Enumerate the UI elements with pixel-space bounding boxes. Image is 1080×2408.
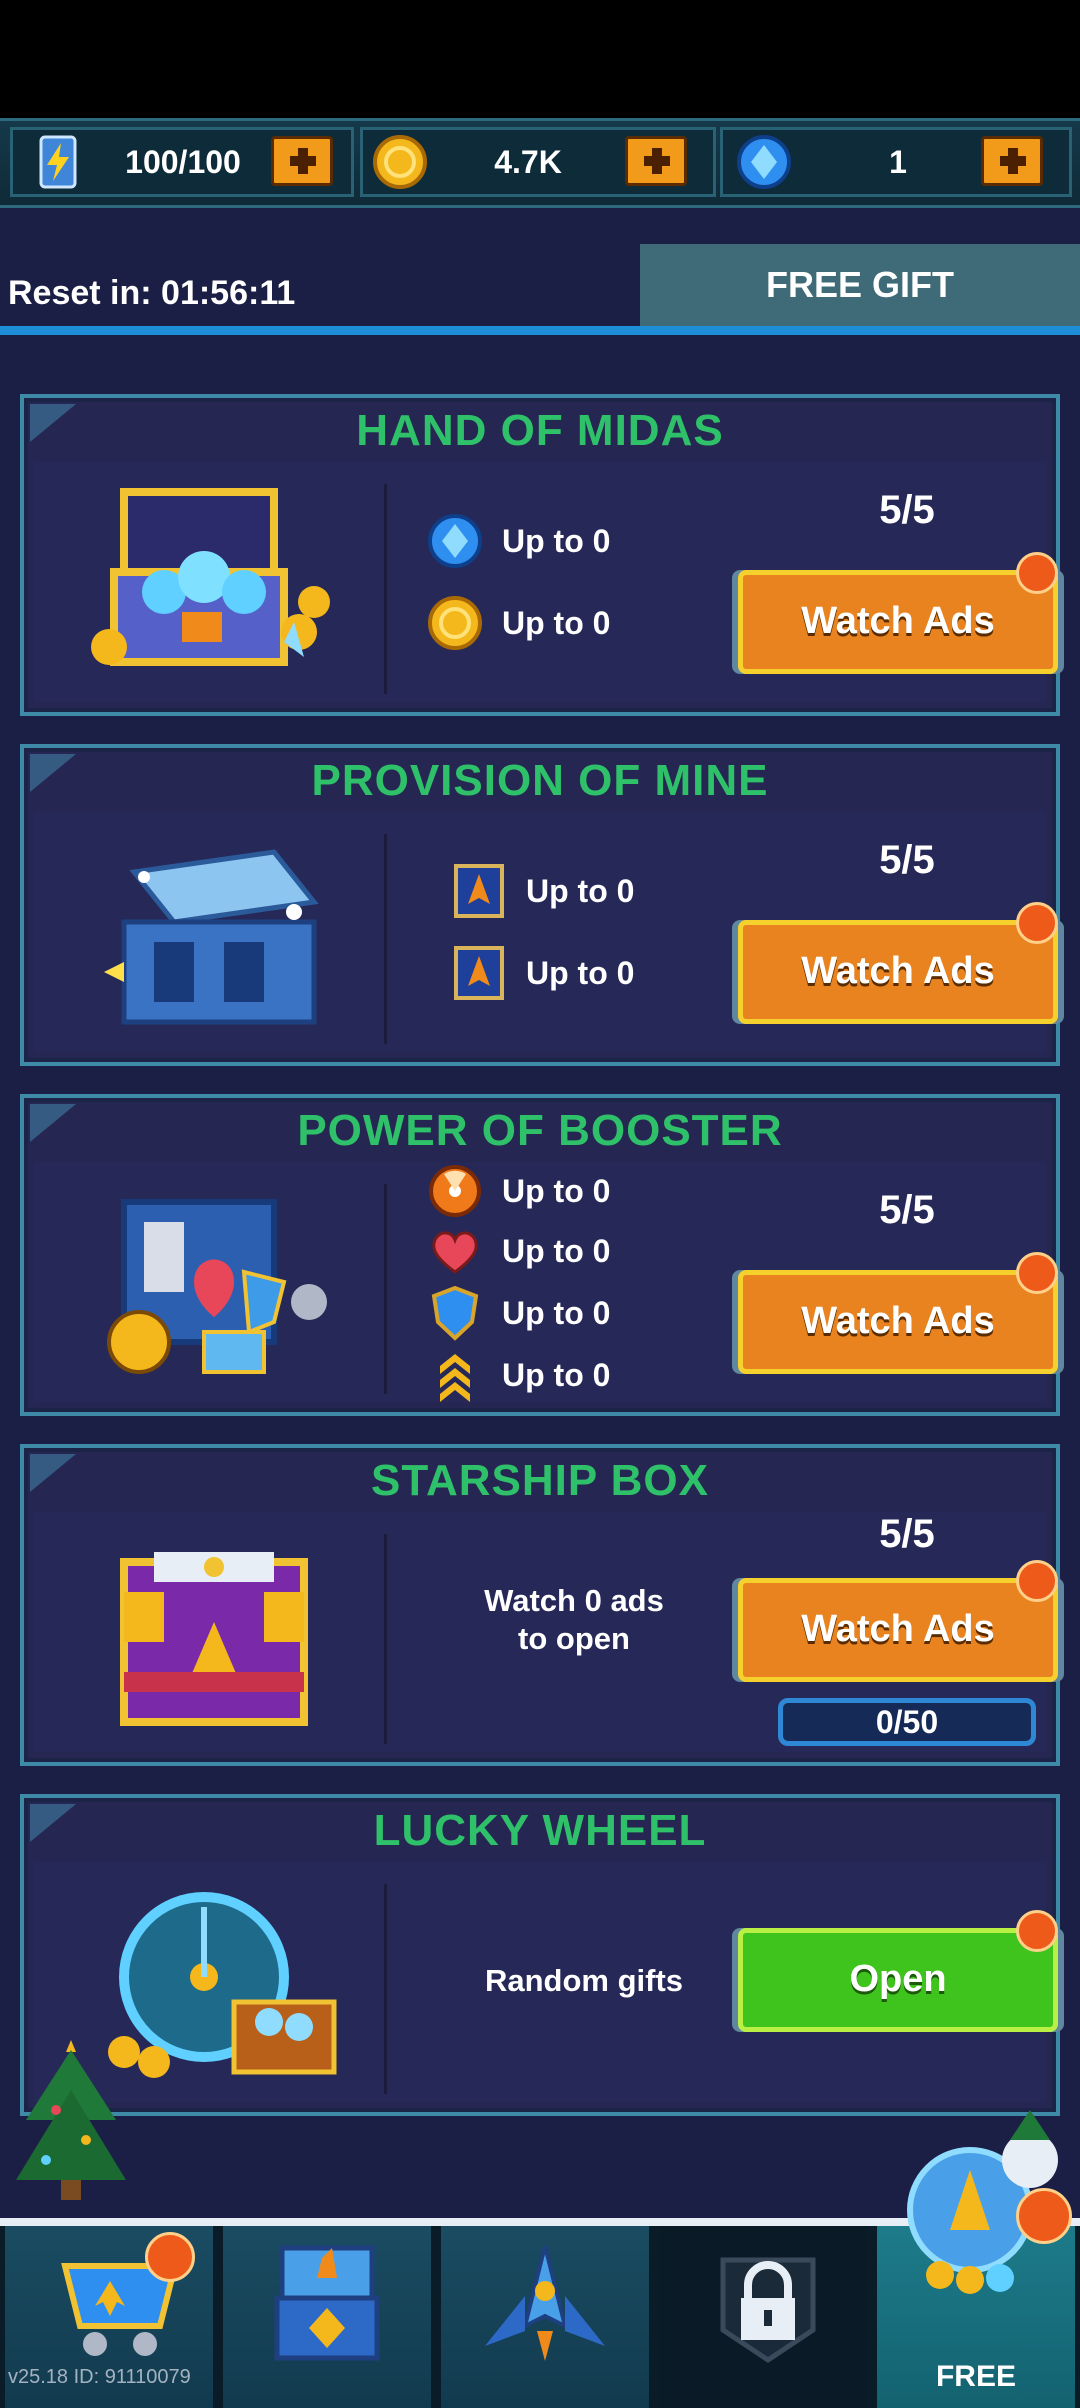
energy-icon xyxy=(39,135,77,189)
starship-progress: 0/50 xyxy=(778,1698,1036,1746)
rank-chevron-icon xyxy=(440,1354,470,1402)
reward-row-coins: Up to 0 xyxy=(426,594,610,652)
card-title: POWER OF BOOSTER xyxy=(297,1106,783,1155)
treasure-chest-icon xyxy=(91,488,330,666)
christmas-tree-icon xyxy=(16,2040,126,2200)
coin-icon xyxy=(428,596,482,650)
gem-icon xyxy=(737,135,791,189)
reward-row-shield: Up to 0 xyxy=(426,1284,610,1342)
reward-text: Up to 0 xyxy=(502,1232,611,1269)
divider xyxy=(384,1534,387,1744)
nav-tab-chest[interactable] xyxy=(218,2226,436,2408)
gem-icon xyxy=(428,514,482,568)
ship-card-icon xyxy=(454,864,504,918)
chest-icon xyxy=(274,2245,380,2361)
starship-hint-line1: Watch 0 ads xyxy=(484,1583,664,1618)
reset-timer: Reset in: 01:56:11 xyxy=(8,274,296,312)
ads-counter: 5/5 xyxy=(879,1188,935,1232)
reward-text: Up to 0 xyxy=(502,522,611,559)
watch-ads-button[interactable]: Watch Ads xyxy=(738,920,1058,1024)
reward-row-ship-card: Up to 0 xyxy=(450,862,634,920)
card-title: HAND OF MIDAS xyxy=(356,406,724,455)
reset-bar: Reset in: 01:56:11 FREE GIFT xyxy=(0,244,1080,335)
card-body: Up to 0 Up to 0 5/5 Watch Ads xyxy=(34,462,1058,702)
reward-text: Up to 0 xyxy=(502,1356,611,1393)
notification-badge xyxy=(1016,552,1058,594)
notification-badge xyxy=(1016,2188,1072,2244)
card-body: Up to 0 Up to 0 5/5 Watch Ads xyxy=(34,812,1058,1052)
ship-card-icon xyxy=(454,946,504,1000)
coins-box: 4.7K xyxy=(360,127,716,197)
notification-badge xyxy=(1016,1910,1058,1952)
divider xyxy=(384,1184,387,1394)
lucky-wheel-description: Random gifts xyxy=(484,1963,684,1998)
currency-bar: 100/100 4.7K 1 xyxy=(0,118,1080,208)
reward-text: Up to 0 xyxy=(526,954,635,991)
nav-label-free: FREE xyxy=(935,2360,1016,2393)
ads-counter: 5/5 xyxy=(879,488,935,532)
card-body: Watch 0 ads to open 5/5 Watch Ads 0/50 xyxy=(34,1512,1058,1752)
version-label: v25.18 ID: 91110079 xyxy=(8,2366,191,2388)
starship-box-icon xyxy=(120,1552,308,1726)
reward-row-heart: Up to 0 xyxy=(426,1222,610,1280)
heart-icon xyxy=(432,1231,478,1274)
card-hand-of-midas: HAND OF MIDAS Up to 0 Up to 0 5/5 Watch … xyxy=(20,394,1060,716)
divider xyxy=(384,834,387,1044)
tab-free-gift[interactable]: FREE GIFT xyxy=(640,244,1080,326)
booster-box-icon xyxy=(107,1199,327,1374)
card-title: LUCKY WHEEL xyxy=(373,1806,707,1855)
tab-underline xyxy=(0,326,1080,335)
ads-counter: 5/5 xyxy=(879,1512,935,1556)
lock-icon xyxy=(720,2257,816,2364)
notification-badge xyxy=(1016,902,1058,944)
add-energy-button[interactable] xyxy=(271,136,333,186)
nav-tab-locked[interactable] xyxy=(654,2226,872,2408)
card-title: STARSHIP BOX xyxy=(371,1456,709,1505)
card-power-of-booster: POWER OF BOOSTER Up to 0 Up to 0 Up to 0… xyxy=(20,1094,1060,1416)
card-starship-box: STARSHIP BOX Watch 0 ads to open 5/5 Wat… xyxy=(20,1444,1060,1766)
starship-hint-line2: to open xyxy=(518,1621,630,1656)
starship-hint: Watch 0 ads to open xyxy=(444,1582,704,1658)
add-gems-button[interactable] xyxy=(981,136,1043,186)
nuke-icon xyxy=(429,1165,481,1217)
reward-row-nuke: Up to 0 xyxy=(426,1162,610,1220)
card-provision-of-mine: PROVISION OF MINE Up to 0 Up to 0 5/5 Wa… xyxy=(20,744,1060,1066)
gems-box: 1 xyxy=(720,127,1072,197)
watch-ads-button[interactable]: Watch Ads xyxy=(738,1270,1058,1374)
reward-row-gems: Up to 0 xyxy=(426,512,610,570)
reward-text: Up to 0 xyxy=(502,1172,611,1209)
energy-value: 100/100 xyxy=(125,144,241,180)
energy-box: 100/100 xyxy=(10,127,354,197)
shield-icon xyxy=(431,1285,479,1341)
reward-text: Up to 0 xyxy=(526,872,635,909)
ads-counter: 5/5 xyxy=(879,838,935,882)
reward-row-rank: Up to 0 xyxy=(426,1346,610,1404)
notification-badge xyxy=(1016,1560,1058,1602)
coin-icon xyxy=(373,135,427,189)
notification-badge xyxy=(145,2232,195,2282)
watch-ads-button[interactable]: Watch Ads xyxy=(738,570,1058,674)
card-lucky-wheel: LUCKY WHEEL Random gifts Open xyxy=(20,1794,1060,2116)
divider xyxy=(384,484,387,694)
reward-text: Up to 0 xyxy=(502,1294,611,1331)
card-body: Random gifts Open xyxy=(34,1862,1058,2102)
reward-text: Up to 0 xyxy=(502,604,611,641)
watch-ads-button[interactable]: Watch Ads xyxy=(738,1578,1058,1682)
gems-value: 1 xyxy=(889,144,907,180)
open-wheel-button[interactable]: Open xyxy=(738,1928,1058,2032)
reward-row-ship-card: Up to 0 xyxy=(450,944,634,1002)
notification-badge xyxy=(1016,1252,1058,1294)
card-body: Up to 0 Up to 0 Up to 0 Up to 0 5/5 Watc… xyxy=(34,1162,1058,1404)
status-bar xyxy=(0,0,1080,118)
coins-value: 4.7K xyxy=(494,144,562,180)
add-coins-button[interactable] xyxy=(625,136,687,186)
divider xyxy=(384,1884,387,2094)
nav-tab-ship[interactable] xyxy=(436,2226,654,2408)
card-title: PROVISION OF MINE xyxy=(311,756,769,805)
supply-crate-icon xyxy=(104,849,319,1025)
spaceship-icon xyxy=(485,2245,605,2361)
